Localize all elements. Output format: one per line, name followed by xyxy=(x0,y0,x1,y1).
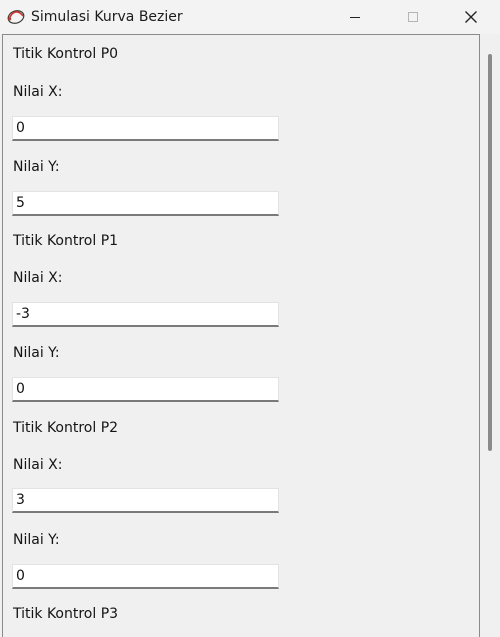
minimize-icon xyxy=(350,17,360,18)
heading-p1: Titik Kontrol P1 xyxy=(13,233,119,249)
window-title: Simulasi Kurva Bezier xyxy=(31,9,183,25)
close-icon xyxy=(465,11,477,23)
label-p0-y: Nilai Y: xyxy=(13,159,60,175)
bezier-curve-app-icon xyxy=(7,8,25,26)
label-p0-x: Nilai X: xyxy=(13,84,63,100)
input-p2-x[interactable] xyxy=(12,488,279,513)
close-button[interactable] xyxy=(446,0,496,34)
heading-p0: Titik Kontrol P0 xyxy=(13,46,119,62)
heading-p2: Titik Kontrol P2 xyxy=(13,420,119,436)
scrollbar-thumb[interactable] xyxy=(488,54,492,451)
input-p0-x[interactable] xyxy=(12,116,279,141)
input-p2-y[interactable] xyxy=(12,564,279,589)
label-p1-x: Nilai X: xyxy=(13,270,63,286)
vertical-scrollbar[interactable] xyxy=(481,34,500,637)
heading-p3: Titik Kontrol P3 xyxy=(13,606,119,622)
label-p2-y: Nilai Y: xyxy=(13,532,60,548)
input-p0-y[interactable] xyxy=(12,191,279,216)
input-p1-y[interactable] xyxy=(12,377,279,402)
control-points-form: Titik Kontrol P0 Nilai X: Nilai Y: Titik… xyxy=(2,34,480,637)
minimize-button[interactable] xyxy=(330,0,380,34)
maximize-button[interactable] xyxy=(388,0,438,34)
title-bar[interactable]: Simulasi Kurva Bezier xyxy=(0,0,500,34)
input-p1-x[interactable] xyxy=(12,302,279,327)
label-p1-y: Nilai Y: xyxy=(13,345,60,361)
maximize-icon xyxy=(408,12,418,22)
label-p2-x: Nilai X: xyxy=(13,457,63,473)
app-window: Simulasi Kurva Bezier Titik Kontrol P0 N… xyxy=(0,0,500,637)
